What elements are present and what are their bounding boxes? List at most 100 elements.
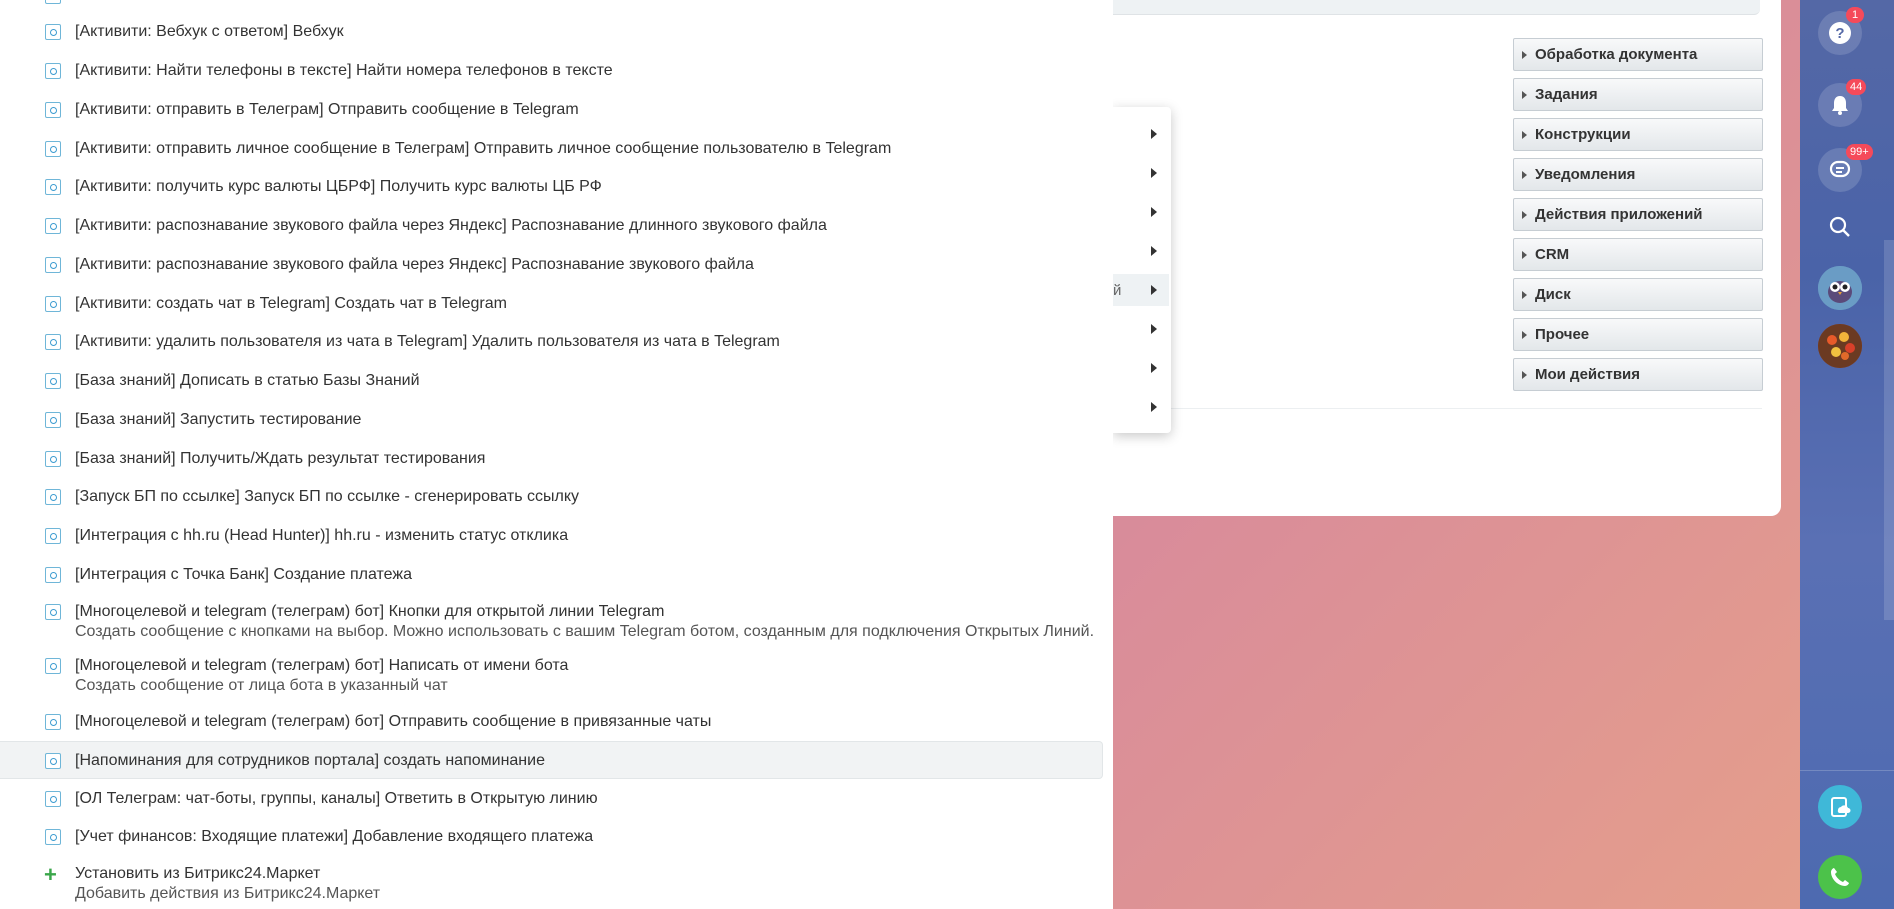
phone-icon: [1831, 868, 1849, 886]
submenu-item[interactable]: [1113, 196, 1169, 228]
expand-triangle-icon: [1522, 90, 1527, 99]
expand-triangle-icon: [1522, 370, 1527, 379]
activity-icon: [45, 102, 61, 118]
activity-icon: [45, 829, 61, 845]
chevron-right-icon: [1151, 402, 1157, 412]
activity-icon: [45, 296, 61, 312]
activity-icon: [45, 24, 61, 40]
activity-icon: [45, 528, 61, 544]
action-item[interactable]: [Активити: создать чат в Telegram] Созда…: [0, 294, 1103, 316]
activity-icon: [45, 753, 61, 769]
expand-triangle-icon: [1522, 50, 1527, 59]
chevron-right-icon: [1151, 285, 1157, 295]
activity-icon: [45, 451, 61, 467]
submenu-item[interactable]: [1113, 391, 1169, 423]
plus-icon: +: [44, 862, 57, 887]
right-sidebar: ? 1 44 99+: [1800, 0, 1894, 909]
help-button[interactable]: ? 1: [1818, 7, 1864, 55]
action-item[interactable]: [Активити: отправить в Телеграм] Отправи…: [0, 100, 1103, 122]
submenu-item[interactable]: [1113, 352, 1169, 384]
activity-icon: [45, 179, 61, 195]
submenu-item[interactable]: [1113, 313, 1169, 345]
drive-button[interactable]: [1818, 785, 1862, 829]
action-item[interactable]: [Активити: отправить личное сообщение в …: [0, 139, 1103, 161]
category-my-actions[interactable]: Мои действия: [1513, 358, 1763, 391]
activity-icon: [45, 218, 61, 234]
submenu-item-active[interactable]: й: [1113, 274, 1169, 306]
notifications-badge: 44: [1846, 79, 1867, 95]
chevron-right-icon: [1151, 168, 1157, 178]
flowers-avatar-icon: [1818, 324, 1862, 368]
action-item[interactable]: [Запуск БП по ссылке] Запуск БП по ссылк…: [0, 487, 1103, 509]
activity-icon: [45, 63, 61, 79]
action-item[interactable]: [База знаний] Получить/Ждать результат т…: [0, 449, 1103, 471]
category-notifications[interactable]: Уведомления: [1513, 158, 1763, 191]
search-icon: [1829, 216, 1850, 237]
action-item[interactable]: [Активити: Вебхук с ответом] Вебхук: [0, 22, 1103, 44]
action-item[interactable]: [Активити: удалить пользователя из чата …: [0, 332, 1103, 354]
activity-icon: [45, 412, 61, 428]
actions-menu-popup: [Активити: Вебхук с ответом] Вебхук [Акт…: [0, 0, 1113, 909]
activity-icon: [45, 567, 61, 583]
action-item-hovered[interactable]: [Напоминания для сотрудников портала] со…: [0, 741, 1103, 779]
list-item-partial: [0, 0, 1103, 6]
category-crm[interactable]: CRM: [1513, 238, 1763, 271]
submenu-label-fragment: й: [1113, 281, 1122, 299]
action-item[interactable]: [Интеграция с hh.ru (Head Hunter)] hh.ru…: [0, 526, 1103, 548]
owl-avatar-icon: [1818, 266, 1862, 310]
action-item[interactable]: [Многоцелевой и telegram (телеграм) бот]…: [0, 712, 1103, 734]
category-constructions[interactable]: Конструкции: [1513, 118, 1763, 151]
svg-text:?: ?: [1835, 25, 1844, 42]
activity-icon: [45, 141, 61, 157]
scrollbar[interactable]: [1884, 240, 1894, 620]
search-button[interactable]: [1818, 205, 1862, 249]
chevron-right-icon: [1151, 324, 1157, 334]
activity-icon: [45, 604, 61, 620]
cloud-drive-icon: [1831, 797, 1851, 817]
help-badge: 1: [1846, 7, 1864, 23]
activity-icon: [45, 257, 61, 273]
notifications-button[interactable]: 44: [1818, 79, 1867, 127]
chat-button[interactable]: 99+: [1818, 144, 1873, 192]
chevron-right-icon: [1151, 207, 1157, 217]
action-item[interactable]: [Активити: распознавание звукового файла…: [0, 216, 1103, 238]
activity-categories: Обработка документа Задания Конструкции …: [1513, 38, 1763, 398]
install-from-market-item[interactable]: + Установить из Битрикс24.Маркет Добавить …: [0, 862, 1103, 908]
action-item[interactable]: [Многоцелевой и telegram (телеграм) бот]…: [0, 602, 1103, 646]
action-item[interactable]: [Интеграция с Точка Банк] Создание плате…: [0, 565, 1103, 587]
help-icon: ?: [1829, 22, 1851, 44]
avatar-owl[interactable]: [1818, 266, 1862, 310]
category-other[interactable]: Прочее: [1513, 318, 1763, 351]
activity-icon: [45, 791, 61, 807]
chevron-right-icon: [1151, 246, 1157, 256]
submenu-item[interactable]: [1113, 157, 1169, 189]
expand-triangle-icon: [1522, 210, 1527, 219]
category-app-actions[interactable]: Действия приложений: [1513, 198, 1763, 231]
action-item[interactable]: [База знаний] Запустить тестирование: [0, 410, 1103, 432]
action-item[interactable]: [Активити: Найти телефоны в тексте] Найт…: [0, 61, 1103, 83]
action-item[interactable]: [База знаний] Дописать в статью Базы Зна…: [0, 371, 1103, 393]
category-document-processing[interactable]: Обработка документа: [1513, 38, 1763, 71]
category-tasks[interactable]: Задания: [1513, 78, 1763, 111]
bell-icon: [1832, 96, 1848, 115]
action-item[interactable]: [Активити: получить курс валюты ЦБРФ] По…: [0, 177, 1103, 199]
call-button[interactable]: [1818, 855, 1862, 899]
avatar-flowers[interactable]: [1818, 324, 1862, 368]
action-item[interactable]: [Многоцелевой и telegram (телеграм) бот]…: [0, 656, 1103, 700]
expand-triangle-icon: [1522, 170, 1527, 179]
expand-triangle-icon: [1522, 290, 1527, 299]
action-item[interactable]: [Учет финансов: Входящие платежи] Добавл…: [0, 827, 1103, 849]
category-disk[interactable]: Диск: [1513, 278, 1763, 311]
chevron-right-icon: [1151, 363, 1157, 373]
submenu-item[interactable]: [1113, 235, 1169, 267]
expand-triangle-icon: [1522, 130, 1527, 139]
activity-icon: [45, 0, 61, 4]
expand-triangle-icon: [1522, 250, 1527, 259]
rail-divider: [1800, 770, 1894, 771]
action-item[interactable]: [Активити: распознавание звукового файла…: [0, 255, 1103, 277]
submenu-item[interactable]: [1113, 118, 1169, 150]
chevron-right-icon: [1151, 129, 1157, 139]
chat-badge: 99+: [1846, 144, 1873, 160]
expand-triangle-icon: [1522, 330, 1527, 339]
action-item[interactable]: [ОЛ Телеграм: чат-боты, группы, каналы] …: [0, 789, 1103, 811]
